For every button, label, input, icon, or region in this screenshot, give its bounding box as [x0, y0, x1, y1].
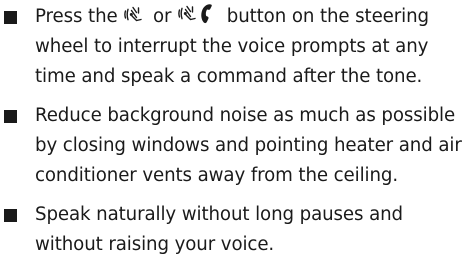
list-item: Reduce background noise as much as possi… [0, 101, 466, 191]
voice-recognition-phone-icon [177, 3, 221, 25]
tips-list: Press the or button on the steering whee… [0, 2, 466, 260]
bullet-square-icon [4, 209, 17, 222]
bullet-square-icon [4, 110, 17, 123]
tip-text-prefix: Press the [35, 6, 124, 27]
tip-text-between: or [147, 6, 178, 27]
tip-text: Speak naturally without long pauses and … [35, 204, 403, 255]
list-item: Press the or button on the steering whee… [0, 2, 466, 92]
voice-recognition-icon [123, 4, 147, 25]
list-item: Speak naturally without long pauses and … [0, 200, 466, 260]
tip-text: Reduce background noise as much as possi… [35, 105, 462, 186]
bullet-square-icon [4, 11, 17, 24]
